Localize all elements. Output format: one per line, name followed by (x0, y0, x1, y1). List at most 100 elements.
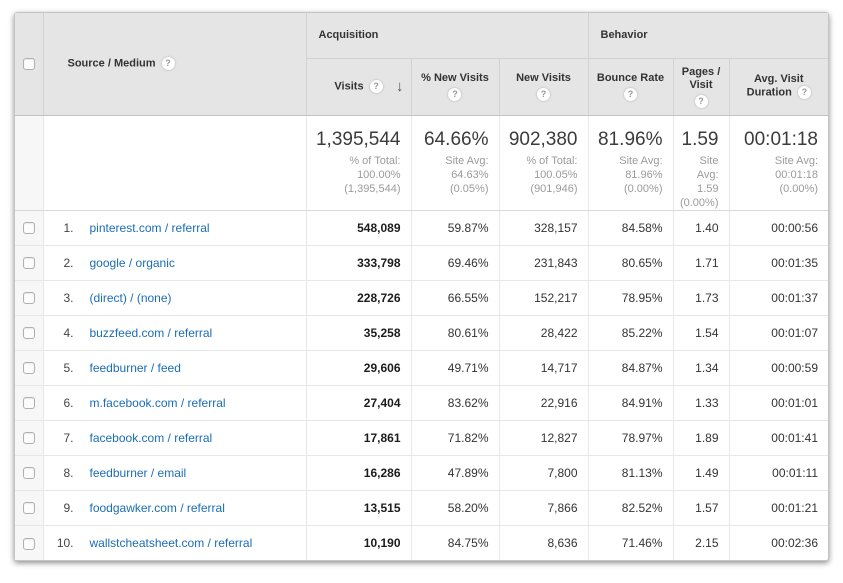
bounce-rate-value: 84.58% (588, 210, 673, 245)
row-checkbox[interactable] (23, 327, 35, 339)
row-checkbox[interactable] (23, 257, 35, 269)
source-medium-link[interactable]: feedburner / feed (90, 361, 181, 375)
source-medium-link[interactable]: google / organic (90, 256, 175, 270)
column-header-avg-visit-duration[interactable]: Avg. Visit Duration? (729, 58, 828, 115)
source-medium-table: Source / Medium? Acquisition Behavior Vi… (15, 13, 828, 560)
sort-descending-icon[interactable]: ↓ (396, 77, 404, 94)
summary-sub-paren: (901,946) (504, 182, 578, 196)
row-checkbox[interactable] (23, 397, 35, 409)
summary-sub-value: 64.63% (416, 168, 489, 182)
pct-new-visits-value: 84.75% (411, 525, 499, 560)
column-header-pct-new-visits[interactable]: % New Visits ? (411, 58, 499, 115)
new-visits-value: 231,843 (499, 245, 588, 280)
summary-bounce-rate: 81.96% Site Avg: 81.96% (0.00%) (588, 115, 673, 210)
avg-visit-duration-label: Avg. Visit Duration (747, 73, 804, 98)
row-checkbox[interactable] (23, 362, 35, 374)
column-header-source-medium[interactable]: Source / Medium? (43, 13, 306, 115)
new-visits-value: 328,157 (499, 210, 588, 245)
row-rank: 2. (44, 256, 74, 270)
help-icon[interactable]: ? (370, 80, 383, 93)
row-checkbox[interactable] (23, 467, 35, 479)
source-medium-link[interactable]: buzzfeed.com / referral (90, 326, 213, 340)
source-medium-link[interactable]: facebook.com / referral (90, 431, 213, 445)
summary-sub-paren: (0.00%) (734, 182, 819, 196)
pages-per-visit-value: 1.73 (673, 280, 729, 315)
row-checkbox-cell (15, 210, 43, 245)
help-icon[interactable]: ? (798, 86, 811, 99)
summary-source-cell (43, 115, 306, 210)
new-visits-value: 8,636 (499, 525, 588, 560)
source-medium-link[interactable]: foodgawker.com / referral (90, 501, 225, 515)
row-rank: 3. (44, 291, 74, 305)
source-medium-link[interactable]: pinterest.com / referral (90, 221, 210, 235)
bounce-rate-value: 81.13% (588, 455, 673, 490)
help-icon[interactable]: ? (695, 95, 708, 108)
pct-new-visits-value: 66.55% (411, 280, 499, 315)
visits-value: 17,861 (306, 420, 411, 455)
row-checkbox[interactable] (23, 222, 35, 234)
row-checkbox[interactable] (23, 538, 35, 550)
source-medium-cell: 5. feedburner / feed (43, 350, 306, 385)
summary-visits: 1,395,544 % of Total: 100.00% (1,395,544… (306, 115, 411, 210)
new-visits-value: 14,717 (499, 350, 588, 385)
summary-sub-paren: (1,395,544) (311, 182, 401, 196)
row-checkbox[interactable] (23, 432, 35, 444)
row-checkbox[interactable] (23, 292, 35, 304)
pct-new-visits-value: 71.82% (411, 420, 499, 455)
summary-new-visits: 902,380 % of Total: 100.05% (901,946) (499, 115, 588, 210)
avg-visit-duration-value: 00:02:36 (729, 525, 828, 560)
column-header-new-visits[interactable]: New Visits ? (499, 58, 588, 115)
pct-new-visits-value: 69.46% (411, 245, 499, 280)
source-medium-link[interactable]: wallstcheatsheet.com / referral (90, 536, 253, 550)
row-rank: 9. (44, 501, 74, 515)
table-row: 6.m.facebook.com / referral 27,404 83.62… (15, 385, 828, 420)
row-rank: 5. (44, 361, 74, 375)
summary-bounce-rate-value: 81.96% (593, 129, 663, 151)
help-icon[interactable]: ? (624, 88, 637, 101)
summary-pct-new-visits-value: 64.66% (416, 129, 489, 151)
analytics-table-card: Source / Medium? Acquisition Behavior Vi… (14, 12, 829, 561)
new-visits-value: 152,217 (499, 280, 588, 315)
new-visits-value: 28,422 (499, 315, 588, 350)
help-icon[interactable]: ? (537, 88, 550, 101)
source-medium-link[interactable]: m.facebook.com / referral (90, 396, 226, 410)
table-row: 5.feedburner / feed 29,606 49.71% 14,717… (15, 350, 828, 385)
row-checkbox-cell (15, 315, 43, 350)
column-header-visits[interactable]: Visits? ↓ (306, 58, 411, 115)
column-header-pages-per-visit[interactable]: Pages / Visit ? (673, 58, 729, 115)
pct-new-visits-value: 58.20% (411, 490, 499, 525)
summary-row: 1,395,544 % of Total: 100.00% (1,395,544… (15, 115, 828, 210)
source-medium-label: Source / Medium (68, 58, 156, 70)
summary-new-visits-value: 902,380 (504, 129, 578, 151)
help-icon[interactable]: ? (448, 88, 461, 101)
summary-pages-per-visit-value: 1.59 (678, 129, 719, 151)
visits-value: 333,798 (306, 245, 411, 280)
pct-new-visits-value: 47.89% (411, 455, 499, 490)
source-medium-cell: 4. buzzfeed.com / referral (43, 315, 306, 350)
source-medium-link[interactable]: (direct) / (none) (90, 291, 172, 305)
visits-value: 29,606 (306, 350, 411, 385)
table-row: 9.foodgawker.com / referral 13,515 58.20… (15, 490, 828, 525)
row-rank: 4. (44, 326, 74, 340)
pages-per-visit-value: 1.49 (673, 455, 729, 490)
source-medium-link[interactable]: feedburner / email (90, 466, 187, 480)
select-all-checkbox[interactable] (23, 58, 35, 70)
row-checkbox[interactable] (23, 502, 35, 514)
summary-pages-per-visit: 1.59 Site Avg: 1.59 (0.00%) (673, 115, 729, 210)
table-header: Source / Medium? Acquisition Behavior Vi… (15, 13, 828, 115)
source-medium-cell: 7.facebook.com / referral (43, 420, 306, 455)
avg-visit-duration-value: 00:01:01 (729, 385, 828, 420)
summary-checkbox-cell (15, 115, 43, 210)
table-row: 4.buzzfeed.com / referral 35,258 80.61% … (15, 315, 828, 350)
acquisition-label: Acquisition (319, 29, 379, 41)
visits-value: 35,258 (306, 315, 411, 350)
pages-per-visit-value: 1.33 (673, 385, 729, 420)
summary-sub-value: 81.96% (593, 168, 663, 182)
pct-new-visits-label: % New Visits (421, 72, 489, 85)
source-medium-cell: 1.pinterest.com / referral (43, 210, 306, 245)
column-header-bounce-rate[interactable]: Bounce Rate ? (588, 58, 673, 115)
source-medium-cell: 9. foodgawker.com / referral (43, 490, 306, 525)
pages-per-visit-value: 1.34 (673, 350, 729, 385)
help-icon[interactable]: ? (162, 57, 175, 70)
visits-value: 16,286 (306, 455, 411, 490)
